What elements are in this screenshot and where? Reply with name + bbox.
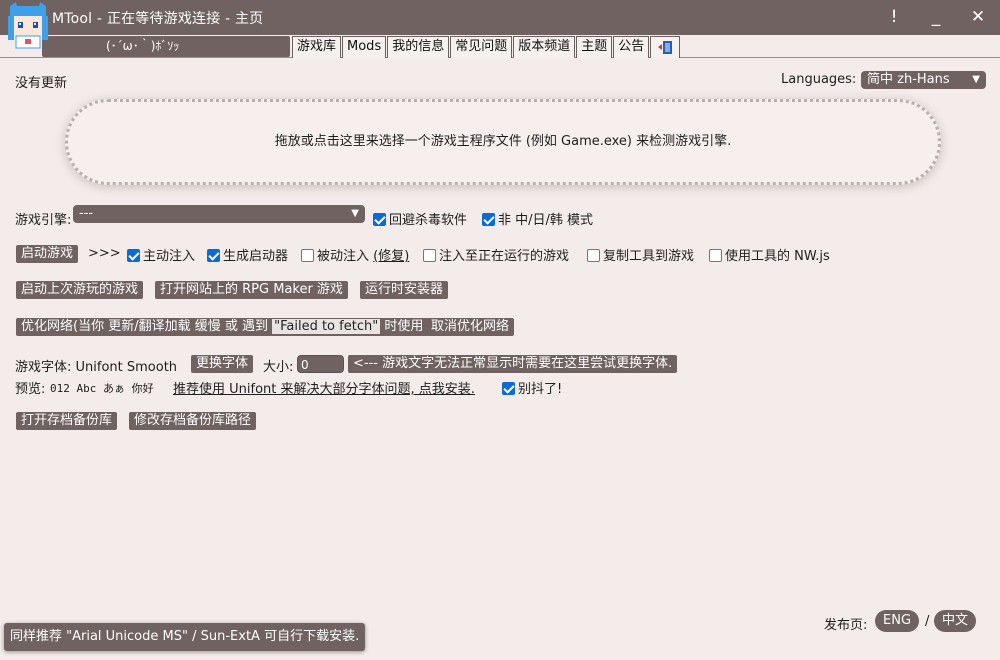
tab-exit[interactable]: [650, 36, 681, 58]
font-hint: <--- 游戏文字无法正常显示时需要在这里尝试更换字体.: [348, 355, 678, 373]
preview-text: 012 Abc あぁ 你好: [50, 382, 154, 395]
avoid-av-option[interactable]: 回避杀毒软件: [373, 209, 467, 228]
release-separator: /: [925, 614, 930, 629]
change-font-button[interactable]: 更换字体: [191, 355, 254, 373]
avoid-av-checkbox[interactable]: [373, 213, 386, 226]
passive-inject-checkbox[interactable]: [301, 249, 314, 262]
font-label: 游戏字体: Unifont Smooth: [15, 360, 178, 375]
tab-my-info[interactable]: 我的信息: [387, 36, 450, 58]
font-size-label: 大小:: [263, 360, 294, 375]
copy-tool-option[interactable]: 复制工具到游戏: [587, 245, 694, 264]
engine-value: ---: [79, 206, 94, 221]
gen-launcher-option[interactable]: 生成启动器: [207, 245, 288, 264]
open-rpgmaker-button[interactable]: 打开网站上的 RPG Maker 游戏: [155, 281, 348, 299]
dropzone-text: 拖放或点击这里来选择一个游戏主程序文件 (例如 Game.exe) 来检测游戏引…: [274, 134, 732, 149]
engine-select[interactable]: --- ▼: [73, 205, 365, 223]
minimize-button[interactable]: _: [922, 5, 950, 29]
update-status: 没有更新: [15, 76, 68, 91]
optimize-network-text: 优化网络(当你 更新/翻译加载 缓慢 或 遇到: [21, 319, 268, 334]
launch-last-game-button[interactable]: 启动上次游玩的游戏: [16, 281, 144, 299]
tab-row: (･´ω･｀)ﾎﾞｿｯ 游戏库 Mods 我的信息 常见问题 版本频道 主题 公…: [0, 35, 1000, 58]
main-content: 没有更新 Languages: 简中 zh-Hans ▼ 拖放或点击这里来选择一…: [0, 59, 1000, 660]
failed-to-fetch-code: "Failed to fetch": [272, 319, 381, 334]
active-inject-label: 主动注入: [143, 249, 196, 264]
engine-label: 游戏引擎:: [15, 213, 72, 228]
chevron-down-icon: ▼: [351, 208, 359, 219]
font-recommend-toast: 同样推荐 "Arial Unicode MS" / Sun-ExtA 可自行下载…: [4, 623, 366, 651]
jitter-checkbox[interactable]: [502, 382, 515, 395]
title-bar: MTool - 正在等待游戏连接 - 主页 ! _ ✕: [0, 0, 1000, 35]
copy-tool-label: 复制工具到游戏: [603, 249, 695, 264]
launch-game-button[interactable]: 启动游戏: [16, 245, 79, 263]
passive-inject-option[interactable]: 被动注入 (修复): [301, 245, 409, 264]
launch-arrows: >>>: [88, 246, 121, 261]
kaomoji-banner: (･´ω･｀)ﾎﾞｿｯ: [42, 36, 290, 57]
non-cjk-checkbox[interactable]: [482, 213, 495, 226]
info-button[interactable]: !: [880, 5, 908, 29]
runtime-installer-button[interactable]: 运行时安装器: [360, 281, 449, 299]
mascot-avatar: [8, 2, 48, 49]
exit-door-icon: [658, 41, 673, 54]
inject-running-label: 注入至正在运行的游戏: [439, 249, 570, 264]
use-nwjs-checkbox[interactable]: [709, 249, 722, 262]
open-backup-button[interactable]: 打开存档备份库: [16, 412, 118, 430]
jitter-option[interactable]: 别抖了!: [502, 378, 562, 397]
use-nwjs-option[interactable]: 使用工具的 NW.js: [709, 245, 830, 264]
language-label: Languages:: [781, 72, 857, 87]
optimize-network-suffix: 时使用: [384, 319, 424, 334]
active-inject-option[interactable]: 主动注入: [127, 245, 195, 264]
cancel-optimize-button[interactable]: 取消优化网络: [426, 318, 515, 336]
language-select[interactable]: 简中 zh-Hans ▼: [861, 71, 986, 89]
recommend-unifont-link[interactable]: 推荐使用 Unifont 来解决大部分字体问题, 点我安装.: [173, 378, 475, 397]
inject-running-checkbox[interactable]: [423, 249, 436, 262]
close-button[interactable]: ✕: [964, 5, 992, 29]
tab-mods[interactable]: Mods: [342, 36, 387, 58]
font-size-input[interactable]: 0: [297, 355, 344, 373]
passive-inject-fix-link[interactable]: (修复): [373, 249, 409, 264]
gen-launcher-label: 生成启动器: [223, 249, 289, 264]
non-cjk-option[interactable]: 非 中/日/韩 模式: [482, 209, 593, 228]
gen-launcher-checkbox[interactable]: [207, 249, 220, 262]
avoid-av-label: 回避杀毒软件: [389, 213, 468, 228]
game-file-dropzone[interactable]: 拖放或点击这里来选择一个游戏主程序文件 (例如 Game.exe) 来检测游戏引…: [65, 99, 941, 185]
release-cn-button[interactable]: 中文: [934, 610, 977, 632]
tab-game-library[interactable]: 游戏库: [292, 36, 342, 58]
chevron-down-icon: ▼: [972, 74, 980, 85]
optimize-network-button[interactable]: 优化网络(当你 更新/翻译加载 缓慢 或 遇到 "Failed to fetch…: [16, 318, 429, 336]
tab-faq[interactable]: 常见问题: [450, 36, 513, 58]
passive-inject-label: 被动注入: [317, 249, 370, 264]
release-eng-button[interactable]: ENG: [875, 610, 920, 632]
inject-running-option[interactable]: 注入至正在运行的游戏: [423, 245, 569, 264]
non-cjk-label: 非 中/日/韩 模式: [498, 213, 594, 228]
window-title: MTool - 正在等待游戏连接 - 主页: [52, 11, 264, 27]
jitter-label: 别抖了!: [518, 382, 563, 397]
active-inject-checkbox[interactable]: [127, 249, 140, 262]
main-tabs: 游戏库 Mods 我的信息 常见问题 版本频道 主题 公告: [292, 36, 681, 58]
tab-announcement[interactable]: 公告: [613, 36, 650, 58]
tab-theme[interactable]: 主题: [576, 36, 613, 58]
preview-label: 预览:: [15, 382, 46, 397]
copy-tool-checkbox[interactable]: [587, 249, 600, 262]
language-value: 简中 zh-Hans: [867, 72, 950, 87]
use-nwjs-label: 使用工具的 NW.js: [725, 249, 830, 264]
release-label: 发布页:: [824, 618, 868, 633]
change-backup-path-button[interactable]: 修改存档备份库路径: [129, 412, 257, 430]
tab-version-channel[interactable]: 版本频道: [513, 36, 576, 58]
